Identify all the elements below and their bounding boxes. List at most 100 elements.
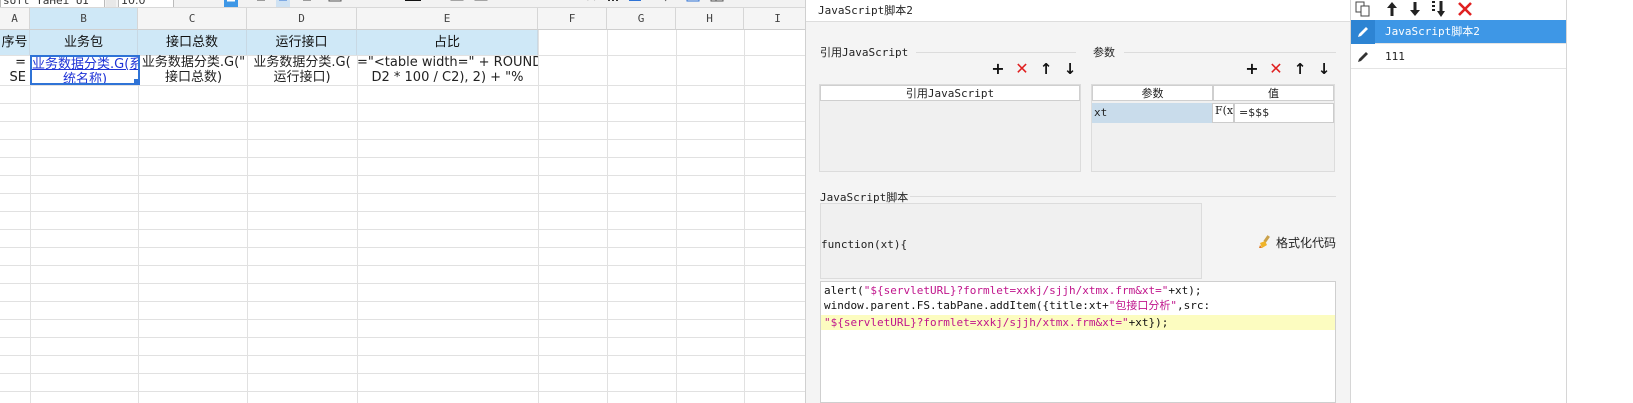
header-cell-index[interactable]: 序号: [0, 30, 30, 55]
align-left-icon[interactable]: [256, 0, 270, 7]
fill-color-icon[interactable]: [372, 0, 386, 7]
align-right-icon[interactable]: [298, 0, 312, 7]
column-header-f[interactable]: F: [538, 8, 607, 30]
slash-icon[interactable]: [656, 0, 670, 7]
grid-line: [0, 283, 833, 284]
cell-text: D2 * 100 / C2), 2) + "%: [371, 70, 524, 85]
column-header-a[interactable]: A: [0, 8, 30, 30]
font-family-select[interactable]: soft YaHei UI: [0, 0, 105, 7]
cell-text: 统名称): [62, 72, 108, 85]
cell-b2[interactable]: 业务数据分类.G(系 统名称): [30, 55, 140, 85]
insert-chart-icon[interactable]: [606, 0, 620, 7]
list-item-label: 111: [1385, 50, 1405, 63]
svg-text:GD: GD: [530, 0, 544, 2]
param-name-cell[interactable]: xt: [1092, 103, 1212, 123]
list-toolbar: [1351, 0, 1633, 20]
code-line: window.parent.FS.tabPane.addItem({title:…: [824, 298, 1210, 313]
move-to-bottom-icon[interactable]: [1431, 0, 1447, 18]
cell-text: ="<table width=" + ROUND((: [357, 55, 538, 70]
format-code-button[interactable]: 格式化代码: [1258, 233, 1336, 253]
cell-text: 运行接口): [273, 70, 331, 85]
code-line-current: "${servletURL}?formlet=xxkj/sjjh/xtmx.fr…: [821, 315, 1335, 330]
code-token: +xt});: [1128, 316, 1169, 329]
layout-icon[interactable]: [710, 0, 724, 7]
add-param-icon[interactable]: +: [1244, 61, 1260, 77]
section-divider: [1124, 52, 1336, 53]
font-dropdown-arrow-icon[interactable]: [106, 0, 116, 7]
move-up-param-icon[interactable]: ↑: [1292, 61, 1308, 77]
split-cells-icon[interactable]: [474, 0, 488, 7]
move-down-icon[interactable]: [1407, 1, 1423, 17]
add-ref-icon[interactable]: +: [990, 61, 1006, 77]
font-color-icon[interactable]: [404, 0, 422, 7]
header-cell-total[interactable]: 接口总数: [138, 30, 247, 55]
ref-table: 引用JavaScript: [819, 84, 1081, 172]
grid-line: [0, 121, 833, 122]
list-item[interactable]: 111: [1351, 45, 1566, 69]
list-item[interactable]: JavaScript脚本2: [1351, 20, 1566, 44]
cell-text: 业务数据分类.G(: [253, 55, 351, 70]
column-header-c[interactable]: C: [138, 8, 247, 30]
code-string: "包接口分析": [1108, 299, 1178, 312]
code-token: alert(: [824, 284, 864, 297]
code-string: "${servletURL}?formlet=xxkj/sjjh/xtmx.fr…: [824, 316, 1129, 329]
column-header-g[interactable]: G: [607, 8, 676, 30]
cell-a2[interactable]: = SE: [0, 55, 30, 85]
header-cell-package[interactable]: 业务包: [30, 30, 138, 55]
section-divider: [910, 196, 1336, 197]
ref-section-label: 引用JavaScript: [820, 46, 909, 59]
insert-image-icon[interactable]: [628, 0, 642, 7]
move-up-ref-icon[interactable]: ↑: [1038, 61, 1054, 77]
delete-ref-icon[interactable]: ✕: [1014, 61, 1030, 77]
header-cell-running[interactable]: 运行接口: [247, 30, 357, 55]
editor-title: JavaScript脚本2: [806, 0, 1351, 22]
panel-divider: [1566, 0, 1567, 403]
font-size-select[interactable]: 10.0: [118, 0, 174, 7]
grid-line: [0, 319, 833, 320]
grid-line: [0, 337, 833, 338]
delete-param-icon[interactable]: ✕: [1268, 61, 1284, 77]
grid-line: [0, 211, 833, 212]
grid-line: [0, 301, 833, 302]
formula-icon[interactable]: F(x): [1212, 103, 1237, 123]
column-header-e[interactable]: E: [357, 8, 538, 30]
delete-icon[interactable]: [1457, 1, 1473, 17]
underline-icon[interactable]: [224, 0, 238, 7]
cell-text: 业务数据分类.G(系: [32, 57, 140, 72]
cell-text: 业务数据分类.G(": [141, 55, 246, 70]
italic-icon[interactable]: I: [200, 0, 214, 7]
link-icon[interactable]: GD: [530, 0, 544, 7]
code-token: window.parent.FS.tabPane.addItem({title:…: [824, 299, 1109, 312]
move-up-icon[interactable]: [1384, 1, 1400, 17]
text-wrap-icon[interactable]: [555, 0, 569, 7]
param-table: 参数 值: [1091, 84, 1335, 172]
section-divider: [916, 52, 1076, 53]
header-cell-ratio[interactable]: 占比: [357, 30, 538, 55]
svg-text:I: I: [202, 0, 208, 2]
bold-icon[interactable]: B: [178, 0, 192, 7]
column-header-d[interactable]: D: [247, 8, 357, 30]
cell-e2[interactable]: ="<table width=" + ROUND(( D2 * 100 / C2…: [357, 55, 538, 85]
code-token: +xt);: [1168, 284, 1202, 297]
merge-cells-icon[interactable]: [450, 0, 464, 7]
move-down-ref-icon[interactable]: ↓: [1062, 61, 1078, 77]
align-center-icon[interactable]: [276, 0, 290, 7]
pencil-icon: [1358, 27, 1368, 37]
column-header-h[interactable]: H: [676, 8, 744, 30]
param-value-cell[interactable]: =$$$: [1234, 103, 1334, 123]
copy-icon[interactable]: [1355, 1, 1371, 17]
move-down-param-icon[interactable]: ↓: [1316, 61, 1332, 77]
formula-icon[interactable]: F(x): [579, 0, 599, 7]
ref-table-header: 引用JavaScript: [820, 85, 1080, 101]
cell-c2[interactable]: 业务数据分类.G(" 接口总数): [140, 55, 247, 85]
column-header-i[interactable]: I: [744, 8, 812, 30]
cell-text: SE: [9, 70, 26, 85]
svg-text:B: B: [181, 0, 189, 2]
cell-text: =: [15, 55, 26, 70]
freeze-panes-icon[interactable]: [686, 0, 700, 7]
column-header-b[interactable]: B: [30, 8, 138, 30]
cell-d2[interactable]: 业务数据分类.G( 运行接口): [247, 55, 357, 85]
border-icon[interactable]: [328, 0, 342, 7]
param-header-name: 参数: [1092, 85, 1213, 101]
code-editor[interactable]: alert( "${servletURL}?formlet=xxkj/sjjh/x…: [820, 281, 1336, 403]
